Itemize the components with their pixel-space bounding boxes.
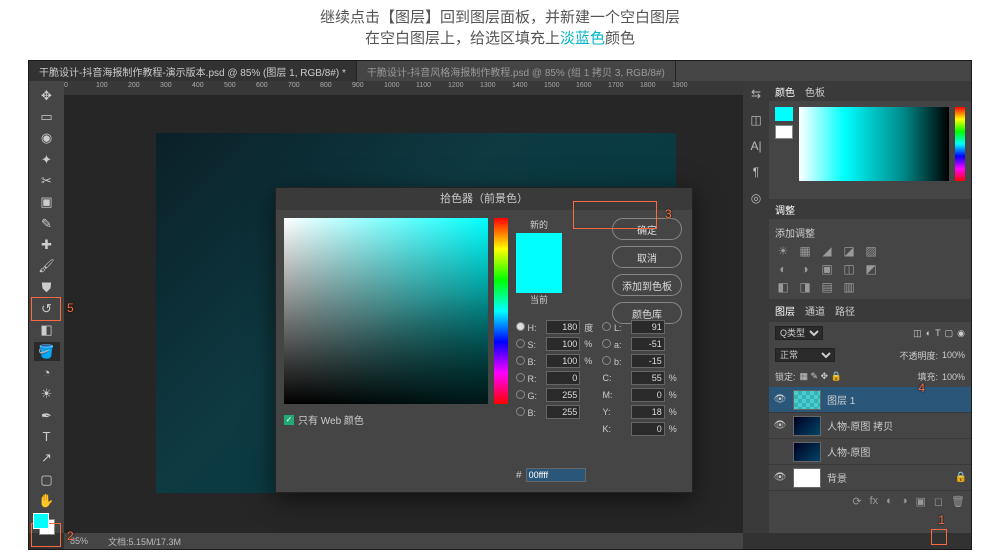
visibility-icon[interactable]: 👁: [773, 472, 787, 483]
right-panels: ⇆ ◫ A| ¶ ◎ 颜色色板 调整 添加调整 ☀▦◢◪▨ ◐◑▣◫◩: [743, 81, 971, 533]
lasso-tool-icon[interactable]: ◉: [34, 129, 60, 148]
color-field[interactable]: [799, 107, 949, 181]
wand-tool-icon[interactable]: ✦: [34, 150, 60, 169]
color-swatch[interactable]: [33, 513, 49, 529]
s-input[interactable]: [546, 337, 580, 351]
hex-input[interactable]: [526, 468, 586, 482]
g-input[interactable]: [546, 388, 580, 402]
fx-icon[interactable]: fx: [870, 495, 879, 508]
blur-tool-icon[interactable]: ◔: [34, 363, 60, 382]
new-color-swatch: [516, 233, 562, 263]
h-input[interactable]: [546, 320, 580, 334]
cancel-button[interactable]: 取消: [612, 246, 682, 268]
tab-layers[interactable]: 图层: [775, 303, 795, 318]
annotation-box-3: [573, 201, 657, 229]
doc-size: 文档:5.15M/17.3M: [108, 535, 181, 548]
hue-strip[interactable]: [955, 107, 965, 181]
right-icon-paragraph[interactable]: ¶: [753, 165, 759, 179]
annotation-3: 3: [665, 207, 672, 221]
trash-icon[interactable]: 🗑: [951, 495, 965, 508]
shape-tool-icon[interactable]: ▢: [34, 470, 60, 489]
layer-row[interactable]: 👁 图层 1: [769, 387, 971, 413]
hand-tool-icon[interactable]: ✋: [34, 491, 60, 510]
tab-color[interactable]: 颜色: [775, 84, 795, 99]
new-color-label: 新的: [516, 218, 562, 231]
color-fields: H:度 L: S:% a: B:% b: R: C:% G: M:% B: Y:…: [516, 320, 682, 436]
a-input[interactable]: [631, 337, 665, 351]
panel-fg-swatch[interactable]: [775, 107, 793, 121]
bucket-tool-icon[interactable]: 🪣: [34, 342, 60, 361]
foreground-swatch[interactable]: [33, 513, 49, 529]
new-layer-icon[interactable]: ◻: [934, 495, 943, 508]
hue-slider[interactable]: [494, 218, 508, 404]
type-tool-icon[interactable]: T: [34, 427, 60, 446]
crop-tool-icon[interactable]: ✂: [34, 171, 60, 190]
dodge-tool-icon[interactable]: ☀: [34, 385, 60, 404]
color-picker-dialog: 拾色器（前景色） 新的 当前 确定 取消 添加到色板 颜色库 H:度 L: S:…: [275, 187, 693, 493]
panel-bg-swatch[interactable]: [775, 125, 793, 139]
layer-row[interactable]: 👁 背景 🔒: [769, 465, 971, 491]
annotation-2: 2: [67, 529, 74, 543]
annotation-4: 4: [918, 381, 925, 395]
mask-icon[interactable]: ◐: [886, 495, 893, 508]
current-color-label: 当前: [516, 293, 562, 306]
brush-tool-icon[interactable]: 🖌: [34, 257, 60, 276]
tab-adjustments[interactable]: 调整: [775, 202, 795, 217]
b-lab-input[interactable]: [631, 354, 665, 368]
tab-paths[interactable]: 路径: [835, 303, 855, 318]
blend-mode-select[interactable]: 正常: [775, 348, 835, 362]
layers-footer: ⟳ fx ◐ ◑ ▣ ◻ 🗑: [769, 491, 971, 512]
path-tool-icon[interactable]: ↗: [34, 449, 60, 468]
eraser-tool-icon[interactable]: ◧: [34, 321, 60, 340]
add-swatch-button[interactable]: 添加到色板: [612, 274, 682, 296]
l-input[interactable]: [631, 320, 665, 334]
add-adjustment-label: 添加调整: [775, 225, 965, 240]
group-icon[interactable]: ▣: [915, 495, 925, 508]
right-icon-1[interactable]: ⇆: [751, 87, 761, 101]
stamp-tool-icon[interactable]: ⛊: [34, 278, 60, 297]
k-input[interactable]: [631, 422, 665, 436]
marquee-tool-icon[interactable]: ▭: [34, 107, 60, 126]
status-bar: 85% 文档:5.15M/17.3M: [64, 533, 743, 549]
eyedropper-tool-icon[interactable]: ✎: [34, 214, 60, 233]
right-icon-histogram[interactable]: ◫: [750, 113, 761, 127]
annotation-box-1: [931, 529, 947, 545]
visibility-icon[interactable]: 👁: [773, 394, 787, 405]
tab-doc1[interactable]: 干脆设计-抖音海报制作教程-演示版本.psd @ 85% (图层 1, RGB/…: [29, 61, 357, 81]
b-hsb-input[interactable]: [546, 354, 580, 368]
photoshop-window: 干脆设计-抖音海报制作教程-演示版本.psd @ 85% (图层 1, RGB/…: [28, 60, 972, 550]
link-layers-icon[interactable]: ⟳: [852, 495, 861, 508]
heal-tool-icon[interactable]: ✚: [34, 235, 60, 254]
annotation-5: 5: [67, 301, 74, 315]
saturation-field[interactable]: [284, 218, 488, 404]
layer-kind-select[interactable]: Q类型: [775, 326, 823, 340]
current-color-swatch: [516, 263, 562, 293]
instruction-line2: 在空白图层上，给选区填充上淡蓝色颜色: [0, 27, 1000, 48]
c-input[interactable]: [631, 371, 665, 385]
tab-doc2[interactable]: 干脆设计-抖音风格海报制作教程.psd @ 85% (组 1 拷贝 3, RGB…: [357, 61, 676, 81]
right-icon-type[interactable]: A|: [750, 139, 761, 153]
right-icon-cc[interactable]: ◎: [751, 191, 761, 205]
layer-row[interactable]: 人物-原图: [769, 439, 971, 465]
tab-channels[interactable]: 通道: [805, 303, 825, 318]
annotation-1: 1: [938, 513, 945, 527]
b-rgb-input[interactable]: [546, 405, 580, 419]
m-input[interactable]: [631, 388, 665, 402]
frame-tool-icon[interactable]: ▣: [34, 193, 60, 212]
move-tool-icon[interactable]: ✥: [34, 86, 60, 105]
instruction-line1: 继续点击【图层】回到图层面板，并新建一个空白图层: [0, 6, 1000, 27]
r-input[interactable]: [546, 371, 580, 385]
tab-swatches[interactable]: 色板: [805, 84, 825, 99]
layer-row[interactable]: 👁 人物-原图 拷贝: [769, 413, 971, 439]
layer-list: 👁 图层 1 👁 人物-原图 拷贝 人物-原图 👁 背景: [769, 387, 971, 491]
document-tabs: 干脆设计-抖音海报制作教程-演示版本.psd @ 85% (图层 1, RGB/…: [29, 61, 971, 81]
pen-tool-icon[interactable]: ✒: [34, 406, 60, 425]
y-input[interactable]: [631, 405, 665, 419]
lock-icon: 🔒: [955, 472, 967, 483]
web-only-checkbox[interactable]: ✓只有 Web 颜色: [284, 412, 364, 427]
visibility-icon[interactable]: 👁: [773, 420, 787, 431]
annotation-box-5: [31, 297, 61, 321]
adjustment-layer-icon[interactable]: ◑: [901, 495, 908, 508]
